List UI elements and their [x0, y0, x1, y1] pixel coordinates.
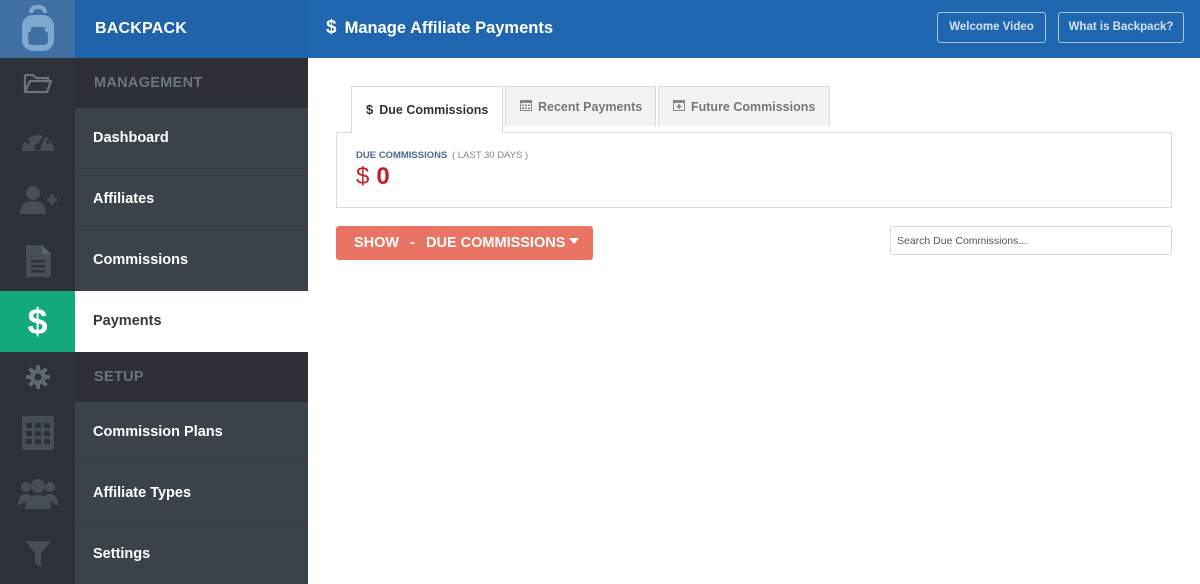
tab-future-commissions-label: Future Commissions — [691, 99, 816, 114]
add-user-icon[interactable] — [0, 169, 75, 230]
sidebar-item-settings[interactable]: Settings — [75, 524, 308, 584]
currency-symbol: $ — [356, 163, 370, 190]
users-icon[interactable] — [0, 463, 75, 524]
sidebar-item-commission-plans[interactable]: Commission Plans — [75, 402, 308, 463]
sidebar-item-affiliate-types[interactable]: Affiliate Types — [75, 463, 308, 524]
top-header: $ Manage Affiliate Payments Welcome Video… — [308, 0, 1200, 58]
show-selected-value: DUE COMMISSIONS — [426, 235, 566, 251]
sidebar-item-affiliates[interactable]: Affiliates — [75, 169, 308, 230]
summary-sublabel: ( LAST 30 DAYS ) — [451, 150, 529, 161]
welcome-video-button[interactable]: Welcome Video — [937, 12, 1046, 43]
search-input[interactable] — [890, 226, 1172, 255]
due-commissions-summary: DUE COMMISSIONS ( LAST 30 DAYS ) $0 — [336, 132, 1172, 208]
summary-amount: 0 — [376, 163, 390, 190]
show-label: SHOW — [354, 235, 400, 251]
sidebar-section-setup: SETUP — [75, 352, 308, 402]
sidebar-item-commissions[interactable]: Commissions — [75, 230, 308, 291]
show-separator: - — [410, 235, 415, 251]
sidebar-item-dashboard[interactable]: Dashboard — [75, 108, 308, 169]
caret-down-icon — [569, 238, 580, 245]
summary-label: DUE COMMISSIONS ( LAST 30 DAYS ) — [356, 150, 528, 161]
tab-recent-payments-label: Recent Payments — [538, 99, 643, 114]
tab-due-commissions-label: Due Commissions — [379, 103, 489, 117]
calculator-icon[interactable] — [0, 402, 75, 463]
folder-open-icon — [0, 58, 75, 108]
calendar-plus-icon — [673, 88, 685, 126]
summary-label-text: DUE COMMISSIONS — [356, 150, 448, 161]
dollar-icon[interactable]: $ — [0, 291, 75, 352]
tab-future-commissions[interactable]: Future Commissions — [658, 86, 830, 126]
dollar-icon: $ — [366, 102, 374, 117]
sidebar-section-management: MANAGEMENT — [75, 58, 308, 108]
show-filter-dropdown[interactable]: SHOW - DUE COMMISSIONS — [336, 226, 593, 260]
what-is-backpack-button[interactable]: What is Backpack? — [1058, 12, 1184, 43]
tab-due-commissions[interactable]: $ Due Commissions — [351, 86, 503, 133]
calendar-icon — [520, 88, 532, 126]
summary-value: $0 — [356, 163, 390, 191]
backpack-icon[interactable] — [0, 0, 75, 58]
filter-icon[interactable] — [0, 524, 75, 584]
gear-icon — [0, 352, 75, 402]
brand-name[interactable]: BACKPACK — [75, 0, 308, 58]
dollar-icon: $ — [326, 17, 337, 38]
speedometer-icon[interactable] — [0, 108, 75, 169]
tab-recent-payments[interactable]: Recent Payments — [505, 86, 656, 126]
page-title: $ Manage Affiliate Payments — [326, 0, 553, 58]
document-icon[interactable] — [0, 230, 75, 291]
sidebar-item-payments[interactable]: Payments — [75, 291, 308, 352]
page-title-text: Manage Affiliate Payments — [344, 19, 554, 37]
